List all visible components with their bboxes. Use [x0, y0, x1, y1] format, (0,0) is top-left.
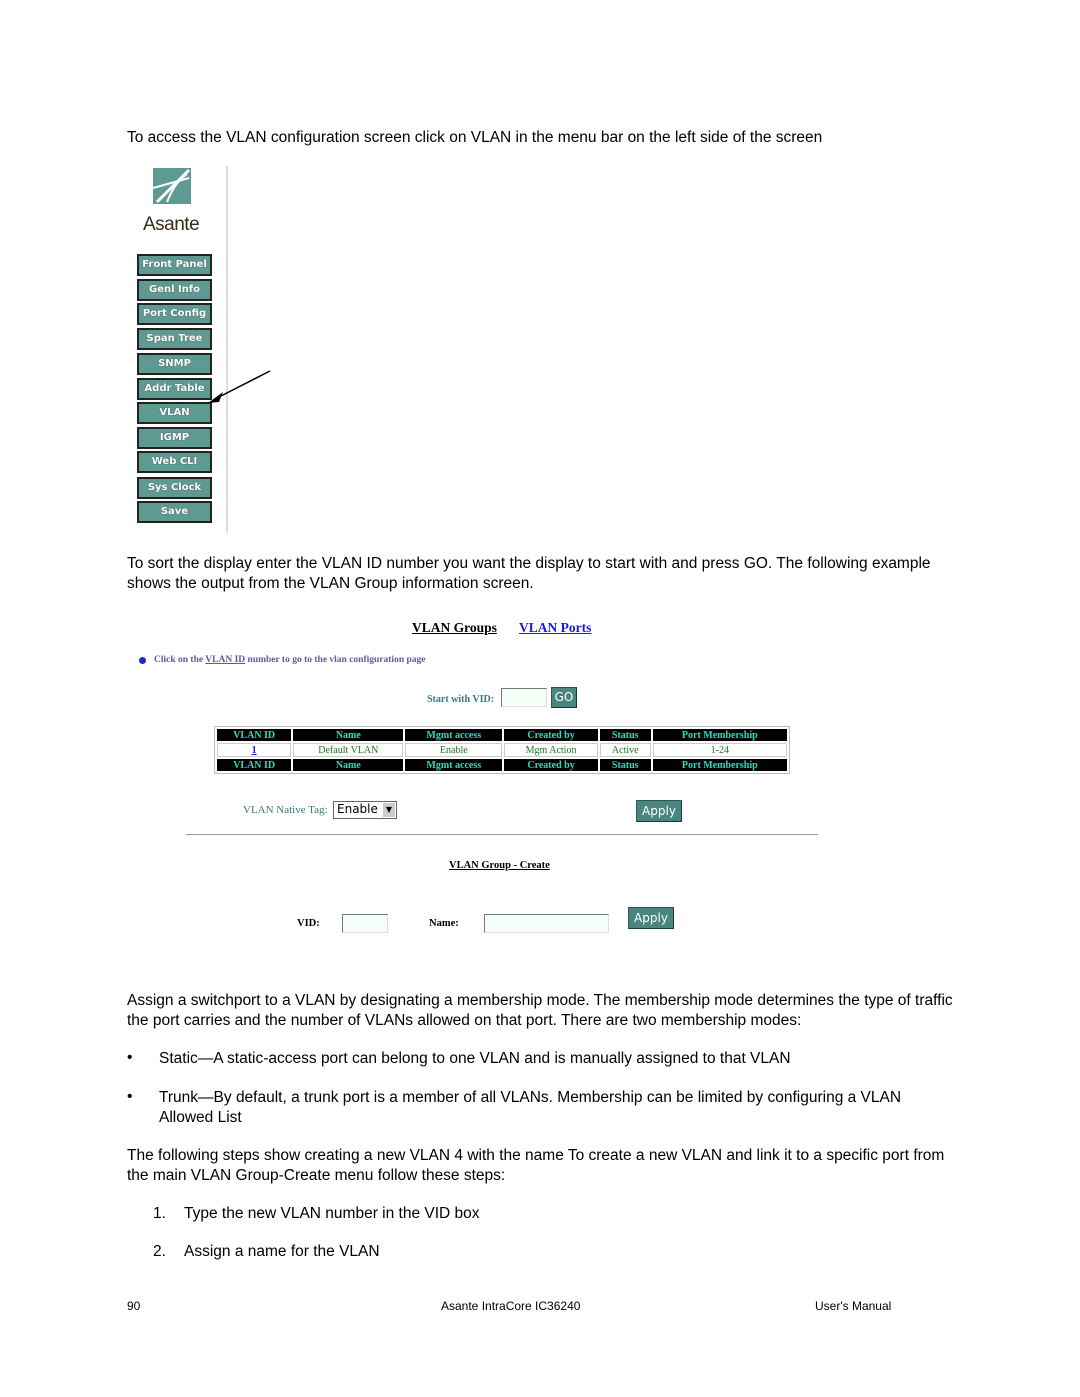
nav-snmp[interactable]: SNMP	[137, 353, 212, 375]
cell-name: Default VLAN	[293, 743, 404, 757]
vlan-id-link[interactable]: 1	[252, 745, 257, 756]
nav-span-tree[interactable]: Span Tree	[137, 328, 212, 350]
go-button[interactable]: GO	[551, 687, 577, 708]
col-name: Name	[293, 759, 404, 771]
apply-create-button[interactable]: Apply	[628, 907, 674, 929]
native-tag-value: Enable	[337, 802, 378, 816]
tab-vlan-groups[interactable]: VLAN Groups	[412, 620, 497, 636]
nav-save[interactable]: Save	[137, 501, 212, 523]
nav-vlan[interactable]: VLAN	[137, 402, 212, 424]
col-mgmt-access: Mgmt access	[405, 729, 503, 741]
chevron-down-icon[interactable]: ▼	[383, 803, 395, 817]
nav-sys-clock[interactable]: Sys Clock	[137, 477, 212, 499]
divider	[186, 834, 818, 835]
vlan-id-link[interactable]: VLAN ID	[205, 655, 245, 665]
hint-text: Click on the VLAN ID number to go to the…	[154, 655, 426, 665]
native-tag-label: VLAN Native Tag:	[243, 804, 328, 816]
bullet-icon: •	[127, 1088, 133, 1105]
col-mgmt-access: Mgmt access	[405, 759, 503, 771]
footer-manual: User's Manual	[815, 1299, 892, 1313]
step-text: Type the new VLAN number in the VID box	[184, 1205, 480, 1222]
bullet-trunk: Trunk—By default, a trunk port is a memb…	[159, 1089, 902, 1126]
col-port-membership: Port Membership	[652, 729, 787, 741]
nav-web-cli[interactable]: Web CLI	[137, 451, 212, 473]
assign-paragraph: Assign a switchport to a VLAN by designa…	[127, 992, 953, 1029]
col-port-membership: Port Membership	[652, 759, 787, 771]
tab-vlan-ports[interactable]: VLAN Ports	[519, 620, 591, 636]
name-label: Name:	[429, 918, 459, 929]
nav-addr-table[interactable]: Addr Table	[137, 378, 212, 400]
footer-product: Asante IntraCore IC36240	[441, 1299, 581, 1313]
asante-logo-icon	[152, 168, 191, 204]
cell-ports: 1-24	[652, 743, 787, 757]
cell-created: Mgm Action	[504, 743, 598, 757]
bullet-static: Static—A static-access port can belong t…	[159, 1050, 791, 1067]
col-vlan-id: VLAN ID	[217, 759, 292, 771]
native-tag-select[interactable]: Enable ▼	[333, 801, 397, 819]
sort-paragraph: To sort the display enter the VLAN ID nu…	[127, 555, 931, 592]
col-created-by: Created by	[504, 759, 598, 771]
bullet-icon: •	[127, 1049, 133, 1066]
create-title: VLAN Group - Create	[449, 860, 550, 871]
name-input[interactable]	[484, 914, 609, 933]
vid-label: VID:	[297, 918, 320, 929]
cell-mgmt: Enable	[405, 743, 503, 757]
nav-port-config[interactable]: Port Config	[137, 303, 212, 325]
asante-logo-text: Asante	[143, 214, 200, 235]
start-vid-input[interactable]	[501, 688, 547, 707]
steps-paragraph: The following steps show creating a new …	[127, 1147, 945, 1184]
arrow-icon	[208, 370, 271, 403]
vid-input[interactable]	[342, 914, 388, 933]
table-footer-header: VLAN ID Name Mgmt access Created by Status Po…	[217, 759, 787, 771]
step-number: 1.	[153, 1205, 166, 1222]
table-header: VLAN ID Name Mgmt access Created by Status Po…	[217, 729, 787, 741]
document-page: To access the VLAN configuration screen …	[0, 0, 1080, 1397]
page-number: 90	[127, 1299, 141, 1313]
col-vlan-id: VLAN ID	[217, 729, 292, 741]
nav-front-panel[interactable]: Front Panel	[137, 254, 212, 276]
col-status: Status	[599, 759, 651, 771]
apply-native-tag-button[interactable]: Apply	[636, 800, 682, 822]
cell-status: Active	[599, 743, 651, 757]
col-name: Name	[293, 729, 404, 741]
col-created-by: Created by	[504, 729, 598, 741]
step-number: 2.	[153, 1243, 166, 1260]
frame-divider	[226, 166, 228, 533]
start-vid-label: Start with VID:	[427, 694, 495, 705]
step-text: Assign a name for the VLAN	[184, 1243, 380, 1260]
bullet-icon	[139, 657, 146, 664]
col-status: Status	[599, 729, 651, 741]
intro-paragraph: To access the VLAN configuration screen …	[127, 129, 823, 146]
table-row: 1 Default VLAN Enable Mgm Action Active 1-24	[217, 743, 787, 757]
nav-igmp[interactable]: IGMP	[137, 427, 212, 449]
nav-genl-info[interactable]: Genl Info	[137, 279, 212, 301]
vlan-table: VLAN ID Name Mgmt access Created by Status Po…	[214, 726, 790, 774]
